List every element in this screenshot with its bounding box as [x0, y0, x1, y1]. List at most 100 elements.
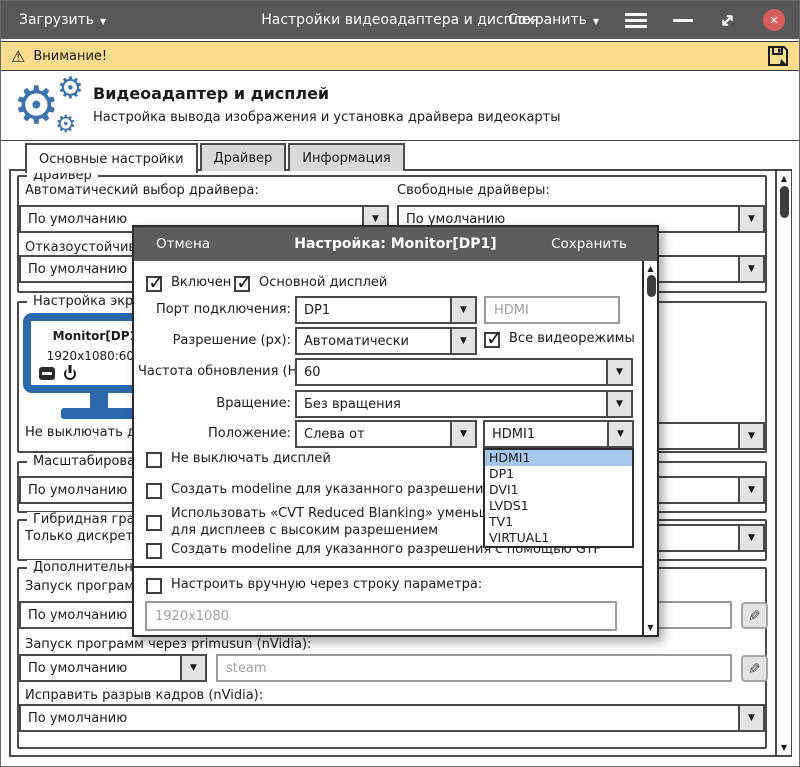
- combo-value: По умолчанию: [21, 661, 127, 676]
- combo-value: По умолчанию: [21, 608, 127, 623]
- app-window: Настройки видеоадаптера и дисплея Загруз…: [0, 0, 800, 767]
- save-button-label: Сохранить: [508, 12, 587, 28]
- combo-value: Автоматически: [297, 334, 409, 349]
- menu-button[interactable]: [623, 19, 649, 22]
- free-drivers-label: Свободные драйверы:: [397, 183, 550, 198]
- scroll-up-icon[interactable]: [644, 264, 657, 273]
- checkbox-label: Включен: [171, 275, 231, 290]
- dialog-header: Настройка: Monitor[DP1] Отмена Сохранить: [134, 227, 657, 261]
- position-target-dropdown: HDMI1 DP1 DVI1 LVDS1 TV1 VIRTUAL1: [483, 448, 634, 548]
- chevron-down-icon[interactable]: [738, 257, 763, 281]
- scrollbar-thumb[interactable]: [647, 275, 656, 297]
- position-select[interactable]: Слева от: [295, 420, 477, 448]
- enabled-checkbox[interactable]: [146, 276, 162, 292]
- divider: [134, 566, 657, 568]
- checkbox-label: Не выключать дисплей: [171, 451, 331, 466]
- save-menu-button[interactable]: Сохранить: [508, 12, 599, 28]
- position-target-select[interactable]: HDMI1: [483, 420, 634, 448]
- checkbox-label: Настроить вручную через строку параметра…: [171, 577, 482, 592]
- load-button[interactable]: Загрузить: [19, 12, 106, 28]
- chevron-down-icon[interactable]: [738, 526, 763, 550]
- chevron-down-icon: [593, 12, 599, 28]
- frequency-select[interactable]: 60: [295, 358, 633, 386]
- combo-value: Слева от: [297, 427, 365, 442]
- dropdown-option[interactable]: HDMI1: [485, 450, 632, 466]
- gear-icon: [13, 80, 60, 132]
- main-scrollbar[interactable]: [775, 171, 791, 755]
- combo-value: 60: [297, 365, 321, 380]
- primary-display-checkbox[interactable]: [234, 276, 250, 292]
- minimize-display-icon[interactable]: [39, 367, 55, 380]
- chevron-down-icon[interactable]: [738, 207, 763, 231]
- save-floppy-icon[interactable]: [767, 45, 789, 67]
- dropdown-option[interactable]: LVDS1: [485, 498, 632, 514]
- power-icon[interactable]: [64, 368, 76, 380]
- chevron-down-icon[interactable]: [606, 392, 631, 416]
- dropdown-option[interactable]: VIRTUAL1: [485, 530, 632, 546]
- scrollbar-thumb[interactable]: [780, 186, 789, 218]
- resolution-select[interactable]: Автоматически: [295, 327, 477, 355]
- keep-display-on-checkbox[interactable]: [146, 452, 162, 468]
- scroll-up-icon[interactable]: [777, 174, 791, 183]
- chevron-down-icon[interactable]: [606, 360, 631, 384]
- tear-select[interactable]: По умолчанию: [19, 704, 765, 732]
- tab-information[interactable]: Информация: [288, 143, 404, 171]
- scroll-down-icon[interactable]: [777, 743, 791, 752]
- manual-checkbox-row: Настроить вручную через строку параметра…: [146, 577, 482, 594]
- dropdown-option[interactable]: DVI1: [485, 482, 632, 498]
- close-button[interactable]: [763, 9, 785, 31]
- port-custom-input[interactable]: [484, 296, 620, 324]
- tab-driver[interactable]: Драйвер: [200, 143, 287, 171]
- combo-value: По умолчанию: [21, 262, 127, 277]
- resolution-label: Разрешение (px):: [138, 333, 291, 348]
- chevron-down-icon: [100, 12, 106, 28]
- chevron-down-icon[interactable]: [738, 424, 763, 448]
- all-modes-checkbox-row: Все видеорежимы: [484, 331, 635, 348]
- gtf-modeline-checkbox[interactable]: [146, 543, 162, 559]
- cvt-modeline-checkbox[interactable]: [146, 483, 162, 499]
- maximize-button[interactable]: [717, 9, 739, 31]
- combo-value: HDMI1: [485, 427, 535, 442]
- page-subtitle: Настройка вывода изображения и установка…: [93, 110, 561, 125]
- combo-value: По умолчанию: [21, 483, 127, 498]
- primary-checkbox-row: Основной дисплей: [234, 275, 387, 292]
- chevron-down-icon[interactable]: [450, 298, 475, 322]
- scroll-down-icon[interactable]: [644, 623, 657, 632]
- run2-select[interactable]: По умолчанию: [19, 654, 207, 682]
- chevron-down-icon[interactable]: [607, 422, 632, 446]
- hamburger-icon: [625, 19, 647, 22]
- reduced-blanking-checkbox[interactable]: [146, 515, 162, 531]
- manual-param-checkbox[interactable]: [146, 578, 162, 594]
- all-video-modes-checkbox[interactable]: [484, 332, 500, 348]
- manual-param-input[interactable]: [145, 601, 617, 631]
- chevron-down-icon[interactable]: [180, 656, 205, 680]
- checkbox-label: Все видеорежимы: [509, 331, 635, 346]
- chevron-down-icon[interactable]: [738, 706, 763, 730]
- rotation-select[interactable]: Без вращения: [295, 390, 633, 418]
- dialog-scrollbar[interactable]: [642, 261, 657, 635]
- chevron-down-icon[interactable]: [450, 422, 475, 446]
- chevron-down-icon[interactable]: [450, 329, 475, 353]
- tab-basic-settings[interactable]: Основные настройки: [25, 143, 198, 173]
- combo-value: DP1: [297, 303, 330, 318]
- frequency-label: Частота обновления (Hz):: [138, 364, 291, 379]
- page-header: Видеоадаптер и дисплей Настройка вывода …: [1, 72, 799, 141]
- checkbox-label: Основной дисплей: [259, 275, 387, 290]
- dropdown-option[interactable]: DP1: [485, 466, 632, 482]
- hybrid-value: Только дискретно: [25, 529, 150, 544]
- warning-bar: Внимание!: [1, 41, 799, 71]
- chevron-down-icon[interactable]: [738, 478, 763, 502]
- tab-bar: Основные настройки Драйвер Информация: [25, 143, 407, 173]
- port-select[interactable]: DP1: [295, 296, 477, 324]
- combo-value: По умолчанию: [21, 711, 127, 726]
- combo-value: По умолчанию: [21, 212, 127, 227]
- run1-edit-button[interactable]: [741, 602, 768, 629]
- dialog-save-button[interactable]: Сохранить: [551, 236, 627, 252]
- run2-edit-button[interactable]: [741, 655, 768, 682]
- minimize-button[interactable]: [673, 19, 693, 22]
- combo-value: Без вращения: [297, 397, 401, 412]
- dialog-cancel-button[interactable]: Отмена: [156, 236, 210, 252]
- run2-input[interactable]: [216, 654, 732, 682]
- auto-driver-label: Автоматический выбор драйвера:: [25, 183, 259, 198]
- dropdown-option[interactable]: TV1: [485, 514, 632, 530]
